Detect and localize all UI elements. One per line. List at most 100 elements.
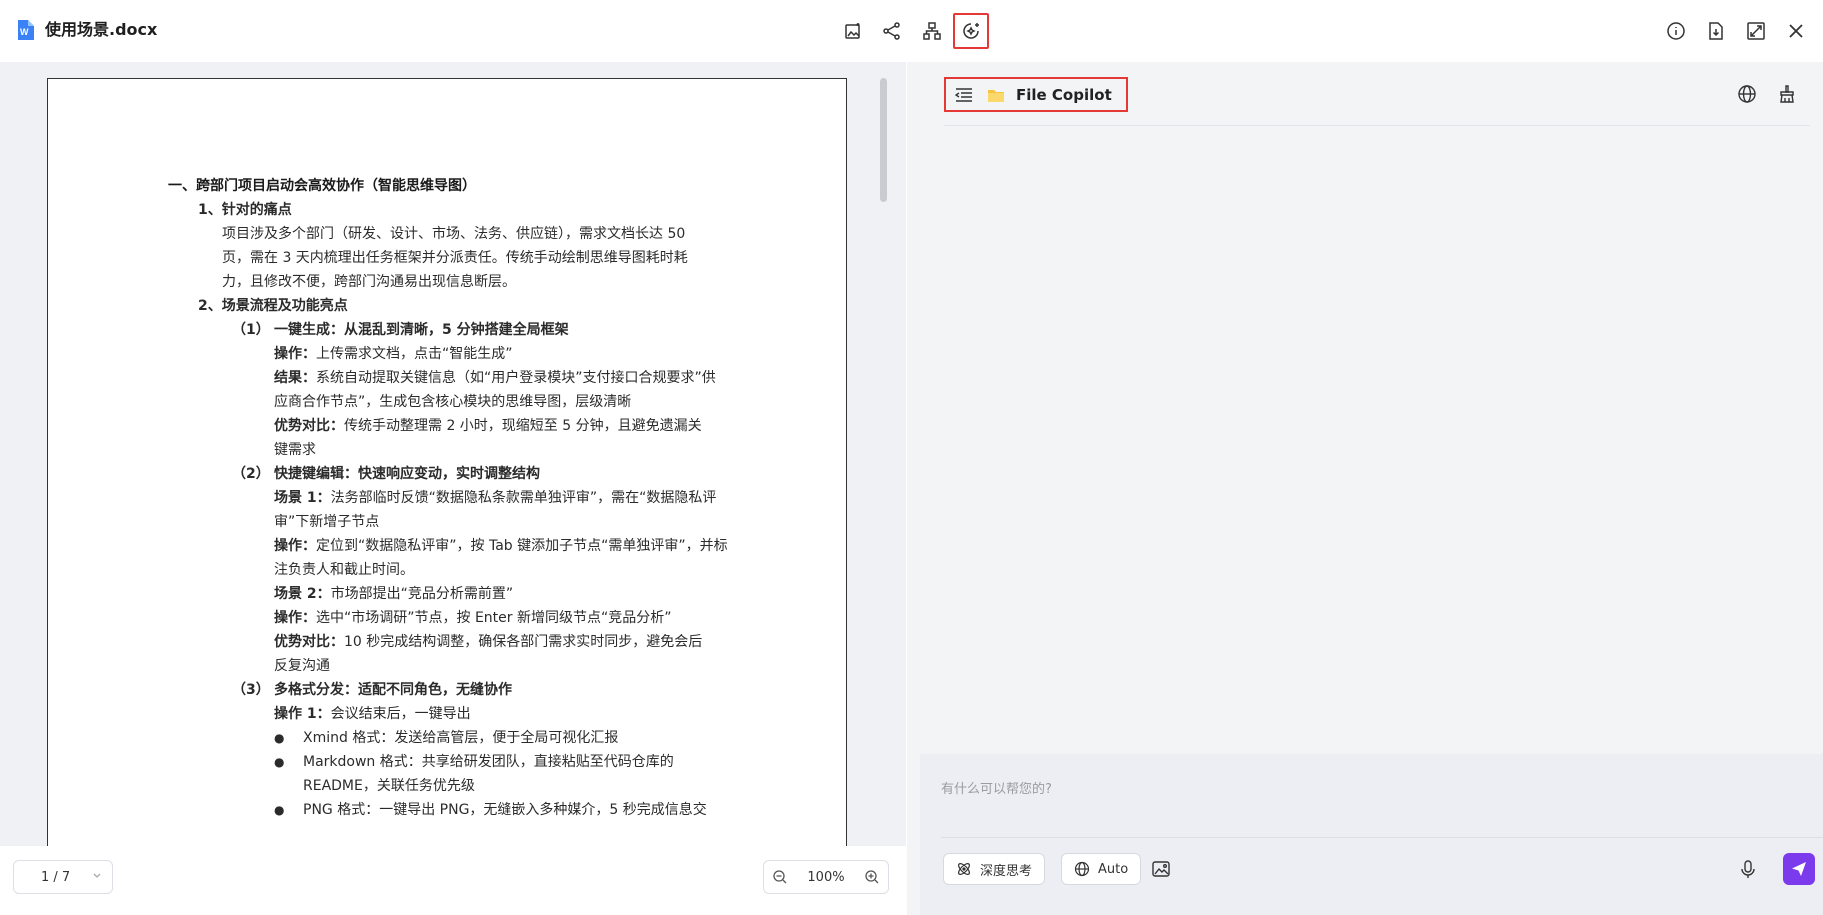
auto-model-button[interactable]: Auto: [1061, 853, 1142, 885]
zoom-control: 100%: [763, 860, 889, 894]
image-sparkle-icon: [845, 23, 860, 39]
deep-think-button[interactable]: 深度思考: [943, 853, 1046, 885]
microphone-icon[interactable]: [1737, 858, 1759, 880]
document-footer: 1 / 7 100%: [0, 846, 906, 915]
text: 市场部提出“竞品分析需前置”: [330, 586, 514, 602]
label-bold: 操作：: [274, 610, 316, 626]
paragraph-line: 注负责人和截止时间。: [274, 562, 414, 578]
globe-icon: [1074, 861, 1090, 877]
bullet-continuation: README，关联任务优先级: [303, 778, 475, 794]
paragraph-line: 场景 2：市场部提出“竞品分析需前置”: [168, 582, 748, 606]
chat-input-area: 有什么可以帮您的? 深度思考 Auto: [920, 754, 1823, 915]
broom-icon: [1780, 85, 1794, 103]
image-upload-icon[interactable]: [1150, 858, 1172, 880]
paragraph-line: 反复沟通: [274, 658, 330, 674]
copilot-header: File Copilot: [944, 77, 1128, 112]
paragraph-line: 项目涉及多个部门（研发、设计、市场、法务、供应链），需求文档长达 50: [222, 226, 686, 242]
folder-icon: [988, 89, 1004, 102]
paragraph-line: 场景 1：法务部临时反馈“数据隐私条款需单独评审”，需在“数据隐私评: [168, 486, 748, 510]
paragraph-line: 操作：上传需求文档，点击“智能生成”: [168, 342, 748, 366]
bullet-dot-icon: ●: [274, 755, 285, 769]
numbered-item: （2） 快捷键编辑：快速响应变动，实时调整结构: [168, 462, 748, 486]
paragraph-line: 页，需在 3 天内梳理出任务框架并分派责任。传统手动绘制思维导图耗时耗: [222, 250, 688, 266]
send-icon: [1792, 862, 1806, 876]
mindmap-button[interactable]: [914, 13, 950, 49]
collapse-list-icon[interactable]: [955, 87, 973, 102]
page-selector[interactable]: 1 / 7: [13, 860, 113, 894]
close-icon: [1789, 24, 1803, 38]
info-button[interactable]: [1658, 13, 1694, 49]
document-title: 使用场景.docx: [45, 20, 158, 39]
text: 10 秒完成结构调整，确保各部门需求实时同步，避免会后: [344, 634, 703, 650]
paragraph-line: 操作：定位到“数据隐私评审”，按 Tab 键添加子节点“需单独评审”，并标: [168, 534, 748, 558]
label-bold: 结果：: [274, 370, 316, 386]
text: 选中“市场调研”节点，按 Enter 新增同级节点“竞品分析”: [316, 610, 672, 626]
auto-label: Auto: [1098, 861, 1129, 877]
ai-sparkle-icon: [963, 23, 979, 39]
paragraph-line: 操作 1：会议结束后，一键导出: [168, 702, 748, 726]
label-bold: 操作 1：: [274, 706, 331, 722]
bullet-item: ● Xmind 格式：发送给高管层，便于全局可视化汇报: [168, 726, 748, 750]
mindmap-icon: [923, 22, 941, 40]
label-bold: 优势对比：: [274, 418, 344, 434]
item-title: 多格式分发：适配不同角色，无缝协作: [274, 682, 512, 698]
section-1-title: 1、针对的痛点: [198, 202, 292, 218]
chevron-down-icon: [93, 873, 101, 878]
copilot-title: File Copilot: [1016, 85, 1112, 104]
share-button[interactable]: [874, 13, 910, 49]
zoom-level: 100%: [807, 869, 845, 885]
word-doc-icon: W: [18, 20, 34, 40]
paragraph-line: 操作：选中“市场调研”节点，按 Enter 新增同级节点“竞品分析”: [168, 606, 748, 630]
svg-text:W: W: [20, 27, 29, 37]
document-preview-pane: 一、跨部门项目启动会高效协作（智能思维导图） 1、针对的痛点 项目涉及多个部门（…: [0, 62, 906, 915]
item-title: 一键生成：从混乱到清晰，5 分钟搭建全局框架: [274, 322, 569, 338]
expand-button[interactable]: [1738, 13, 1774, 49]
language-button[interactable]: [1735, 82, 1759, 106]
label-bold: 操作：: [274, 538, 316, 554]
atom-icon: [958, 863, 970, 875]
label-bold: 操作：: [274, 346, 316, 362]
document-content: 一、跨部门项目启动会高效协作（智能思维导图） 1、针对的痛点 项目涉及多个部门（…: [168, 174, 748, 822]
item-number: （2）: [232, 466, 270, 482]
zoom-in-icon[interactable]: [864, 869, 880, 885]
bullet-text: Xmind 格式：发送给高管层，便于全局可视化汇报: [303, 730, 619, 746]
document-page: 一、跨部门项目启动会高效协作（智能思维导图） 1、针对的痛点 项目涉及多个部门（…: [47, 78, 847, 890]
paragraph-line: 审”下新增子节点: [274, 514, 380, 530]
globe-icon: [1738, 85, 1756, 103]
bullet-text: PNG 格式：一键导出 PNG，无缝嵌入多种媒介，5 秒完成信息交: [303, 802, 707, 818]
expand-icon: [1747, 22, 1765, 40]
text: 系统自动提取关键信息（如“用户登录模块”支付接口合规要求”供: [316, 370, 716, 386]
copilot-pane: File Copilot 有什么可以帮您的? 深度思考 Auto: [907, 62, 1823, 915]
heading-1: 一、跨部门项目启动会高效协作（智能思维导图）: [168, 178, 476, 194]
paragraph-line: 优势对比：传统手动整理需 2 小时，现缩短至 5 分钟，且避免遗漏关: [168, 414, 748, 438]
bullet-item: ● Markdown 格式：共享给研发团队，直接粘贴至代码仓库的: [168, 750, 748, 774]
bullet-dot-icon: ●: [274, 803, 285, 817]
deep-think-label: 深度思考: [980, 863, 1033, 879]
close-button[interactable]: [1778, 13, 1814, 49]
label-bold: 场景 2：: [274, 586, 331, 602]
ai-copilot-button[interactable]: [953, 13, 989, 49]
paragraph-line: 优势对比：10 秒完成结构调整，确保各部门需求实时同步，避免会后: [168, 630, 748, 654]
page-indicator: 1 / 7: [41, 869, 71, 885]
text: 法务部临时反馈“数据隐私条款需单独评审”，需在“数据隐私评: [330, 490, 717, 506]
label-bold: 场景 1：: [274, 490, 331, 506]
numbered-item: （3） 多格式分发：适配不同角色，无缝协作: [168, 678, 748, 702]
bullet-item: ● PNG 格式：一键导出 PNG，无缝嵌入多种媒介，5 秒完成信息交: [168, 798, 748, 822]
download-button[interactable]: [1698, 13, 1734, 49]
paragraph-line: 结果：系统自动提取关键信息（如“用户登录模块”支付接口合规要求”供: [168, 366, 748, 390]
download-icon: [1709, 22, 1723, 40]
paragraph-line: 应商合作节点”，生成包含核心模块的思维导图，层级清晰: [274, 394, 632, 410]
chat-input[interactable]: 有什么可以帮您的?: [941, 778, 1052, 797]
divider: [941, 837, 1823, 838]
label-bold: 优势对比：: [274, 634, 344, 650]
item-title: 快捷键编辑：快速响应变动，实时调整结构: [274, 466, 540, 482]
clear-chat-button[interactable]: [1775, 82, 1799, 106]
zoom-out-icon[interactable]: [772, 869, 788, 885]
send-button[interactable]: [1783, 853, 1815, 885]
top-bar: W 使用场景.docx: [0, 0, 1823, 62]
text: 定位到“数据隐私评审”，按 Tab 键添加子节点“需单独评审”，并标: [316, 538, 728, 554]
image-sparkle-button[interactable]: [835, 13, 871, 49]
text: 传统手动整理需 2 小时，现缩短至 5 分钟，且避免遗漏关: [344, 418, 702, 434]
vertical-scrollbar[interactable]: [880, 78, 887, 202]
item-number: （3）: [232, 682, 270, 698]
